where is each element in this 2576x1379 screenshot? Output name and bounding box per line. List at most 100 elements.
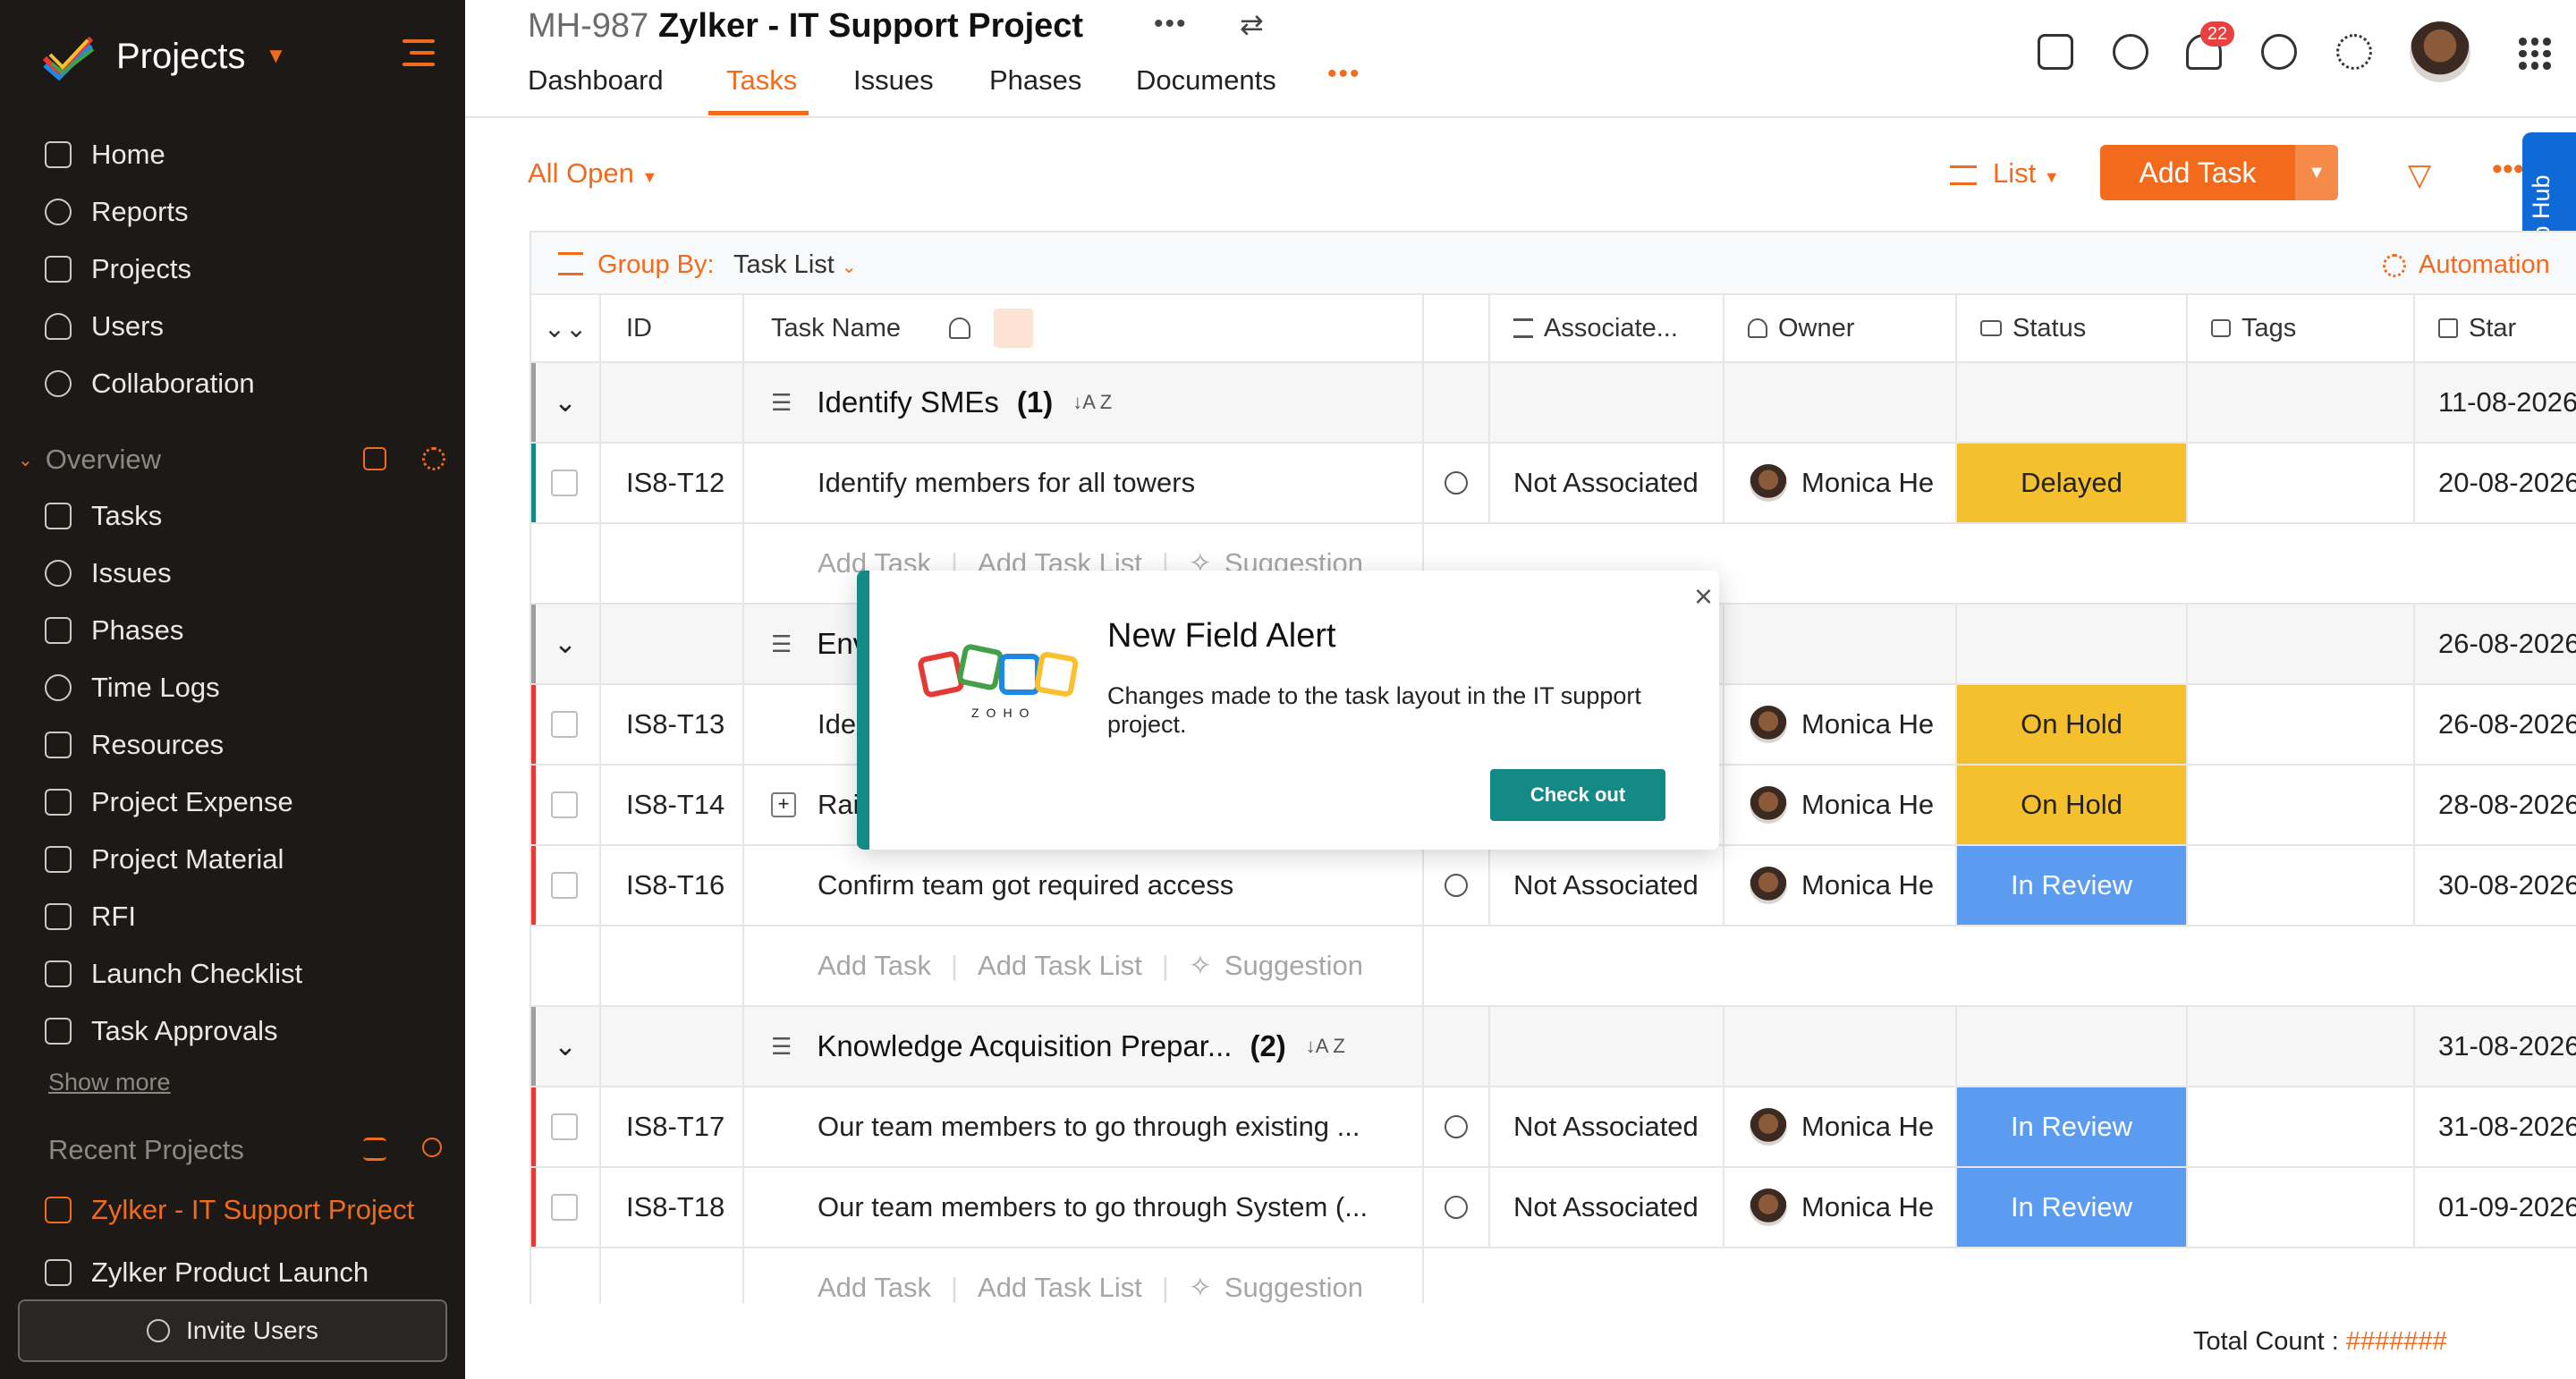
associated-value[interactable]: Not Associated [1490,444,1724,522]
recent-project-item[interactable]: Zylker Product Launch [45,1250,369,1295]
timer-icon[interactable] [2261,34,2297,70]
status-badge[interactable]: In Review [1957,1168,2188,1247]
sidebar-item-projects[interactable]: Projects [45,247,191,292]
timer-icon[interactable] [1445,874,1468,897]
tab-issues[interactable]: Issues [853,64,934,97]
task-id[interactable]: IS8-T14 [601,766,744,844]
start-date[interactable]: 01-09-2026 [2415,1168,2576,1247]
sidebar-item-rfi[interactable]: RFI [45,894,136,939]
tab-tasks[interactable]: Tasks [726,64,797,97]
status-badge[interactable]: On Hold [1957,685,2188,764]
add-task-menu-toggle[interactable]: ▼ [2295,145,2338,200]
search-recent-icon[interactable] [422,1138,442,1157]
status-badge[interactable]: On Hold [1957,766,2188,844]
view-filter-dropdown[interactable]: All Open ▼ [528,157,657,190]
task-id[interactable]: IS8-T13 [601,685,744,764]
sidebar-item-launch-checklist[interactable]: Launch Checklist [45,952,302,996]
start-date[interactable]: 28-08-2026 [2415,766,2576,844]
tags-cell[interactable] [2188,766,2415,844]
toolbar-more-icon[interactable]: ••• [2492,152,2524,187]
tags-cell[interactable] [2188,1168,2415,1247]
task-name[interactable]: Our team members to go through System (.… [744,1168,1424,1247]
tags-cell[interactable] [2188,444,2415,522]
status-badge[interactable]: In Review [1957,846,2188,925]
row-checkbox[interactable] [551,1194,578,1221]
row-checkbox[interactable] [551,470,578,496]
project-more-icon[interactable]: ••• [1154,9,1188,39]
owner-cell[interactable]: Monica He [1724,444,1957,522]
status-badge[interactable]: In Review [1957,1087,2188,1166]
switch-project-icon[interactable]: ⇄ [1240,7,1266,41]
group-row[interactable]: ⌄ ☰ Knowledge Acquisition Prepar... (2) ↓A … [531,1007,2576,1087]
task-id[interactable]: IS8-T17 [601,1087,744,1166]
group-name[interactable]: ☰ Knowledge Acquisition Prepar... (2) ↓A Z [744,1007,1424,1086]
add-task-button[interactable]: Add Task ▼ [2100,145,2338,200]
quick-add-icon[interactable] [2038,34,2073,70]
close-icon[interactable]: × [1694,578,1713,615]
automation-link[interactable]: Automation [2383,250,2550,280]
start-date[interactable]: 30-08-2026 [2415,846,2576,925]
task-name[interactable]: Identify members for all towers [744,444,1424,522]
timer-icon[interactable] [1445,471,1468,495]
group-collapse-icon[interactable]: ⌄ [531,1007,601,1086]
tags-cell[interactable] [2188,1087,2415,1166]
overview-section-toggle[interactable]: ⌄ Overview [18,440,161,479]
sort-icon[interactable]: ↓A Z [1306,1035,1345,1058]
group-name[interactable]: ☰ Identify SMEs (1) ↓A Z [744,363,1424,442]
tags-cell[interactable] [2188,846,2415,925]
column-start-date[interactable]: Star [2415,295,2576,361]
start-date[interactable]: 31-08-2026 [2415,1087,2576,1166]
user-avatar[interactable] [2410,21,2470,82]
sidebar-item-collaboration[interactable]: Collaboration [45,361,255,406]
owner-cell[interactable]: Monica He [1724,766,1957,844]
tabs-more-icon[interactable]: ••• [1327,59,1361,89]
filter-recent-icon[interactable] [363,1138,386,1161]
row-checkbox[interactable] [551,872,578,899]
row-checkbox[interactable] [551,711,578,738]
owner-cell[interactable]: Monica He [1724,1168,1957,1247]
row-checkbox[interactable] [551,791,578,818]
column-task-name[interactable]: Task Name [744,295,1424,361]
collapse-all-icon[interactable]: ⌄⌄ [531,295,601,361]
sidebar-item-task-approvals[interactable]: Task Approvals [45,1009,278,1053]
show-more-link[interactable]: Show more [48,1069,171,1096]
project-name[interactable]: Zylker - IT Support Project [658,7,1083,46]
owner-cell[interactable]: Monica He [1724,685,1957,764]
add-overview-icon[interactable] [363,447,386,470]
filter-funnel-icon[interactable]: ▽ [2408,157,2431,193]
group-collapse-icon[interactable]: ⌄ [531,363,601,442]
row-checkbox[interactable] [551,1113,578,1140]
suggestion-link[interactable]: Suggestion [1224,1272,1363,1304]
table-row[interactable]: IS8-T16 Confirm team got required access… [531,846,2576,926]
sidebar-item-project-material[interactable]: Project Material [45,837,284,882]
column-owner[interactable]: Owner [1724,295,1957,361]
task-id[interactable]: IS8-T16 [601,846,744,925]
group-by-value[interactable]: Task List ⌄ [733,250,857,280]
start-date[interactable]: 20-08-2026 [2415,444,2576,522]
tags-cell[interactable] [2188,685,2415,764]
sidebar-item-tasks[interactable]: Tasks [45,494,162,538]
reminder-icon[interactable] [949,317,971,339]
app-switcher[interactable]: Projects ▼ [39,27,286,86]
table-row[interactable]: IS8-T12 Identify members for all towers … [531,444,2576,524]
owner-cell[interactable]: Monica He [1724,846,1957,925]
sidebar-item-users[interactable]: Users [45,304,164,349]
group-collapse-icon[interactable]: ⌄ [531,605,601,683]
sidebar-item-reports[interactable]: Reports [45,190,189,234]
sidebar-item-resources[interactable]: Resources [45,723,224,767]
expand-subtasks-icon[interactable]: + [771,792,796,817]
column-tags[interactable]: Tags [2188,295,2415,361]
sidebar-item-project-expense[interactable]: Project Expense [45,780,293,825]
tab-phases[interactable]: Phases [989,64,1081,97]
table-row[interactable]: IS8-T18 Our team members to go through S… [531,1168,2576,1248]
task-name[interactable]: Our team members to go through existing … [744,1087,1424,1166]
search-icon[interactable] [2113,34,2148,70]
column-associated[interactable]: Associate... [1490,295,1724,361]
column-id[interactable]: ID [601,295,744,361]
sidebar-item-phases[interactable]: Phases [45,608,183,653]
task-name[interactable]: Confirm team got required access [744,846,1424,925]
sidebar-item-home[interactable]: Home [45,132,165,177]
timer-icon[interactable] [1445,1115,1468,1138]
apps-grid-icon[interactable] [2519,38,2551,70]
recent-project-item[interactable]: Zylker - IT Support Project [45,1188,414,1232]
